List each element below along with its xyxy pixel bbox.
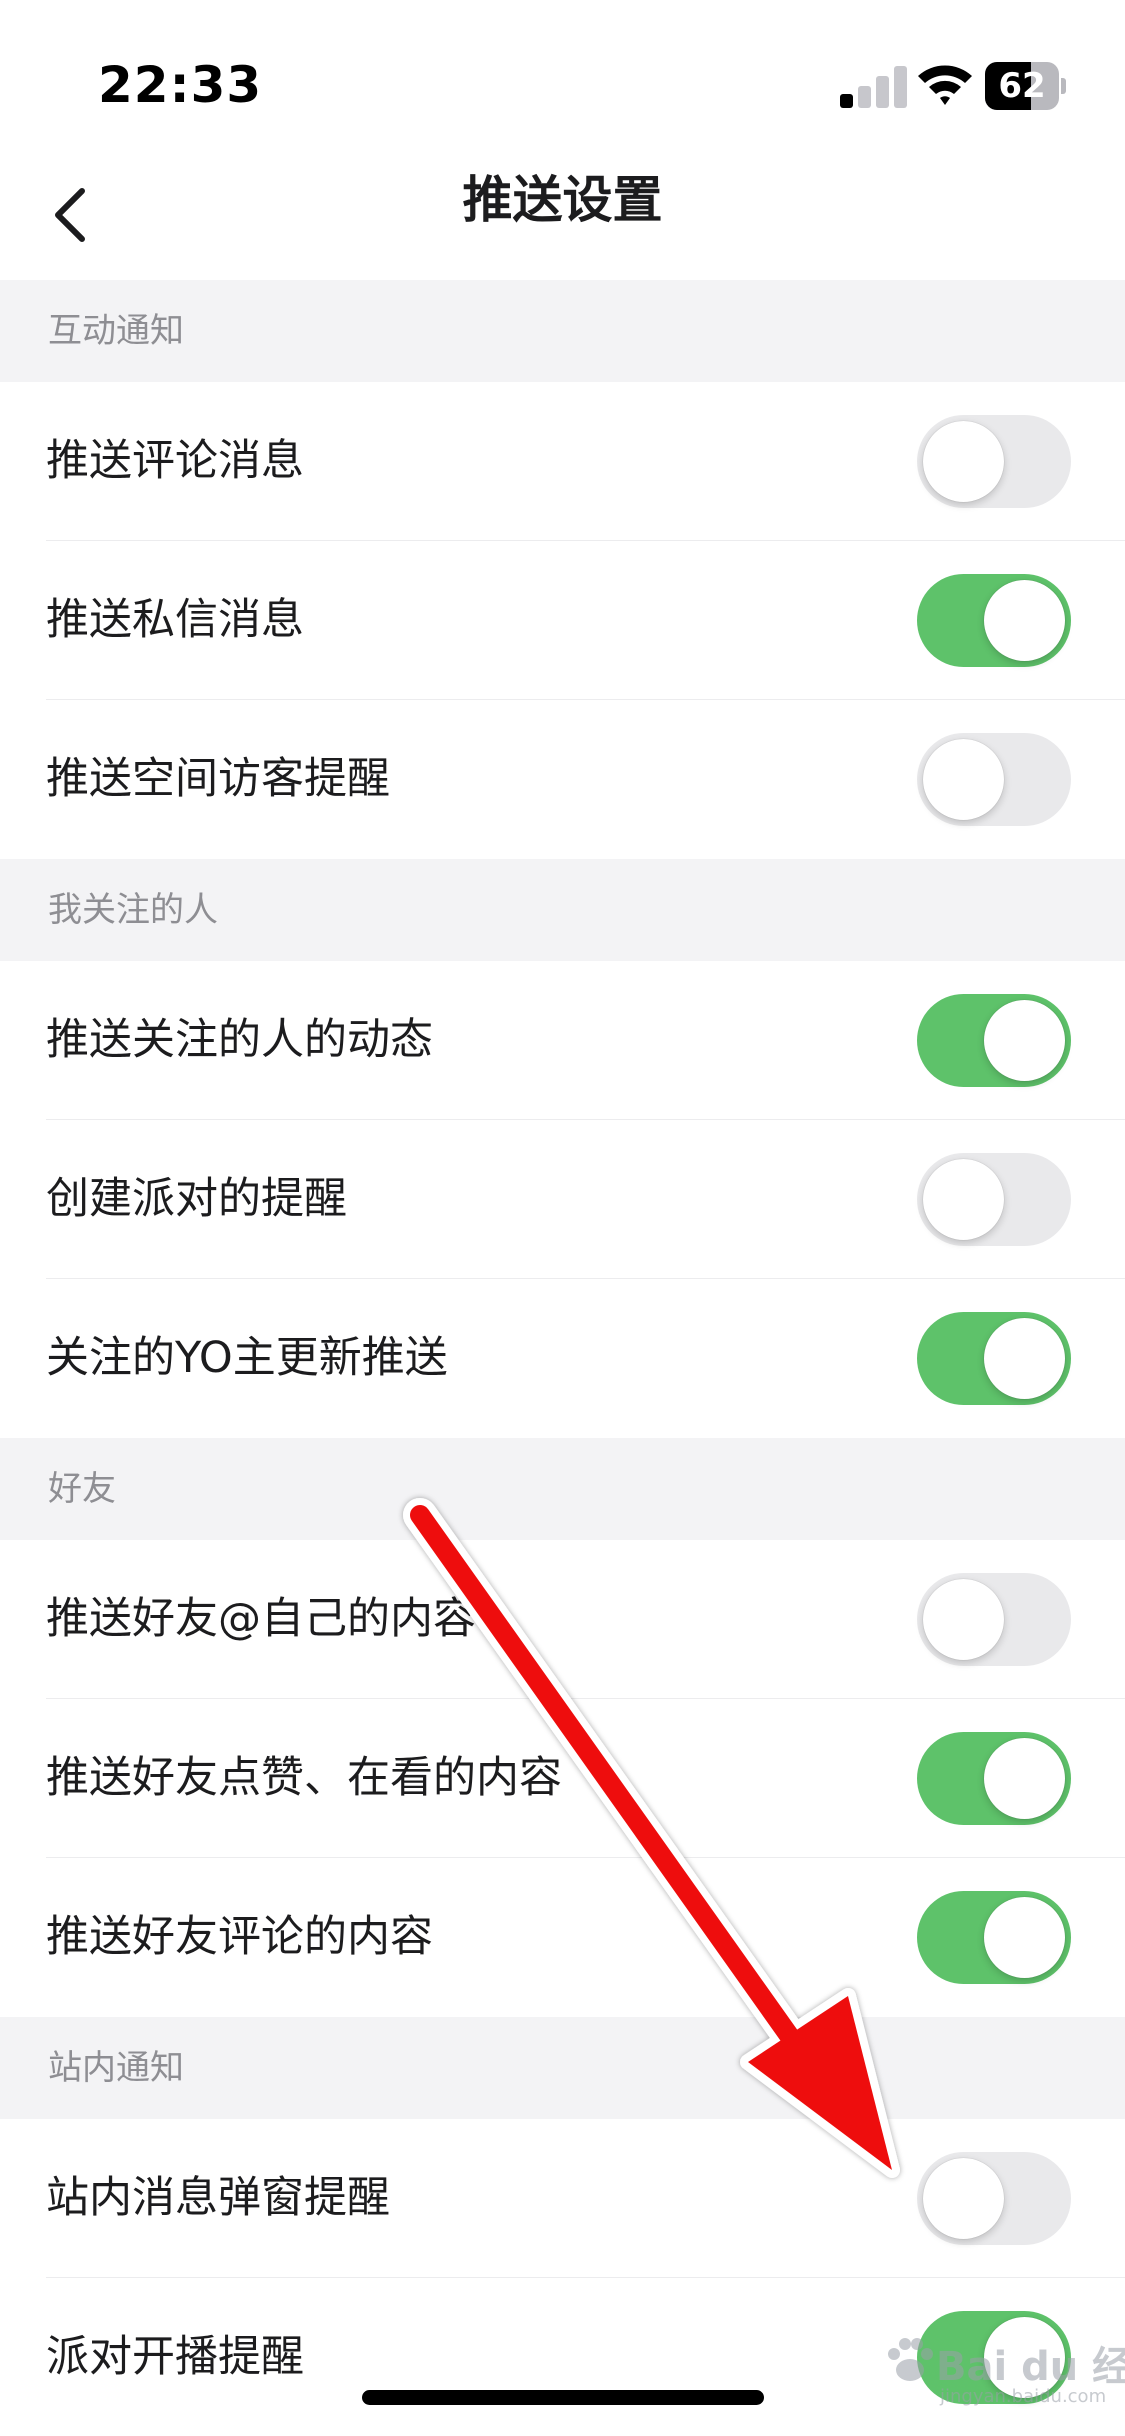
toggle-switch[interactable] [917,994,1071,1087]
row-label: 创建派对的提醒 [46,1174,347,1224]
toggle-switch[interactable] [917,1573,1071,1666]
toggle-switch[interactable] [917,1891,1071,1984]
settings-row: 推送私信消息 [0,541,1125,700]
section-header-label: 好友 [48,1469,116,1509]
settings-row: 推送空间访客提醒 [0,700,1125,859]
settings-row: 推送关注的人的动态 [0,961,1125,1120]
watermark-text: Bai du 经验 [936,2344,1125,2390]
row-label: 推送好友@自己的内容 [46,1594,476,1644]
watermark-sub: jingyan.baidu.com [940,2386,1107,2407]
section-header-label: 我关注的人 [48,890,218,930]
toggle-switch[interactable] [917,2152,1071,2245]
settings-row: 推送评论消息 [0,382,1125,541]
back-button[interactable] [40,170,100,260]
toggle-knob [984,1318,1065,1399]
page-title: 推送设置 [462,171,663,229]
toggle-switch[interactable] [917,415,1071,508]
section-header-label: 站内通知 [48,2048,184,2088]
navigation-bar: 推送设置 [0,150,1125,280]
cellular-signal-icon [840,64,910,108]
row-label: 关注的YO主更新推送 [46,1333,448,1383]
section-header-label: 互动通知 [48,311,184,351]
toggle-switch[interactable] [917,1732,1071,1825]
paw-icon [888,2338,933,2381]
settings-row: 推送好友@自己的内容 [0,1540,1125,1699]
toggle-switch[interactable] [917,1153,1071,1246]
watermark-logo: Bai du 经验 jingyan.baidu.com [880,2320,1125,2420]
settings-row: 创建派对的提醒 [0,1120,1125,1279]
row-label: 推送好友点赞、在看的内容 [46,1753,562,1803]
status-bar: 22:33 62 [0,0,1125,150]
settings-row: 关注的YO主更新推送 [0,1279,1125,1438]
chevron-left-icon [55,188,85,242]
home-indicator [362,2390,764,2405]
toggle-knob [923,421,1004,502]
toggle-knob [923,739,1004,820]
settings-row: 推送好友点赞、在看的内容 [0,1699,1125,1858]
row-label: 推送评论消息 [46,436,304,486]
toggle-knob [984,580,1065,661]
row-label: 推送好友评论的内容 [46,1912,433,1962]
toggle-knob [923,2158,1004,2239]
section-header-in-app: 站内通知 [0,2017,1125,2119]
row-label: 站内消息弹窗提醒 [46,2173,390,2223]
row-label: 推送空间访客提醒 [46,754,390,804]
toggle-knob [984,1897,1065,1978]
battery-level: 62 [998,66,1046,106]
status-time: 22:33 [98,56,263,114]
toggle-switch[interactable] [917,733,1071,826]
row-label: 推送私信消息 [46,595,304,645]
row-label: 派对开播提醒 [46,2332,304,2382]
toggle-switch[interactable] [917,574,1071,667]
wifi-icon [916,60,974,110]
section-header-following: 我关注的人 [0,859,1125,961]
toggle-knob [923,1159,1004,1240]
row-label: 推送关注的人的动态 [46,1015,433,1065]
battery-icon: 62 [985,62,1066,110]
toggle-knob [984,1738,1065,1819]
settings-row: 推送好友评论的内容 [0,1858,1125,2017]
toggle-knob [984,1000,1065,1081]
section-header-interaction: 互动通知 [0,280,1125,382]
toggle-switch[interactable] [917,1312,1071,1405]
toggle-knob [923,1579,1004,1660]
settings-row: 站内消息弹窗提醒 [0,2119,1125,2278]
section-header-friends: 好友 [0,1438,1125,1540]
